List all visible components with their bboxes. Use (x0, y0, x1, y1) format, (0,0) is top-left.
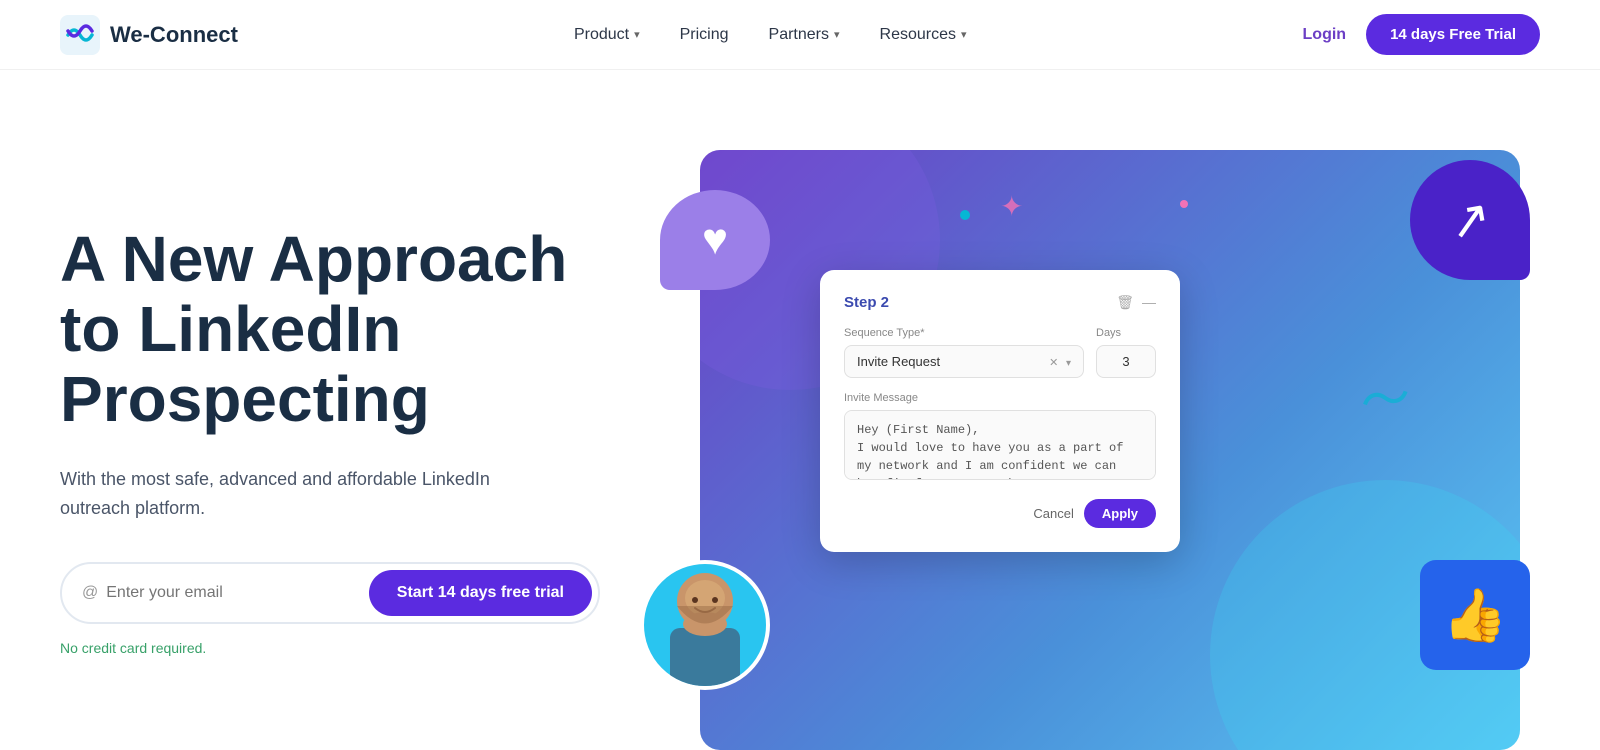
at-symbol: @ (82, 584, 98, 602)
step-card-title: Step 2 (844, 294, 889, 311)
sequence-label: Sequence Type* (844, 327, 1084, 339)
login-link[interactable]: Login (1303, 26, 1347, 44)
sequence-row: Sequence Type* Invite Request ✕ ▾ Days 3 (844, 327, 1156, 378)
days-value: 3 (1096, 345, 1156, 378)
chevron-down-icon: ▾ (1066, 358, 1071, 369)
thumbs-up-bubble: 👍 (1420, 560, 1530, 670)
email-form: @ Start 14 days free trial (60, 562, 600, 624)
sparkle-icon: ✦ (1000, 190, 1023, 223)
cta-button[interactable]: Start 14 days free trial (369, 570, 592, 616)
trend-bubble: ↗ (1410, 160, 1530, 280)
cancel-button[interactable]: Cancel (1033, 506, 1073, 521)
pink-dot (1180, 200, 1188, 208)
nav-resources[interactable]: Resources ▾ (880, 26, 967, 44)
nav-links: Product ▾ Pricing Partners ▾ Resources ▾ (574, 26, 967, 44)
hero-subtitle: With the most safe, advanced and afforda… (60, 465, 540, 523)
step-card: Step 2 🗑 — Sequence Type* Invite Request… (820, 270, 1180, 552)
clear-icon: ✕ (1049, 357, 1058, 369)
person-avatar (645, 560, 765, 686)
hero-title: A New Approach to LinkedIn Prospecting (60, 224, 600, 435)
delete-icon[interactable]: 🗑 (1116, 294, 1134, 311)
hero-left: A New Approach to LinkedIn Prospecting W… (60, 224, 640, 657)
heart-bubble: ♥ (660, 190, 770, 290)
no-card-label: No credit card required. (60, 640, 600, 656)
hero-illustration: ♥ ↗ 👍 (640, 130, 1540, 750)
nav-pricing[interactable]: Pricing (680, 26, 729, 44)
sequence-select[interactable]: Invite Request ✕ ▾ (844, 345, 1084, 378)
nav-product[interactable]: Product ▾ (574, 26, 640, 44)
nav-right: Login 14 days Free Trial (1303, 14, 1540, 55)
chevron-down-icon: ▾ (634, 28, 640, 41)
chevron-down-icon: ▾ (961, 28, 967, 41)
logo[interactable]: We-Connect (60, 15, 238, 55)
apply-button[interactable]: Apply (1084, 499, 1156, 528)
avatar-bubble (640, 560, 770, 690)
hero-section: A New Approach to LinkedIn Prospecting W… (0, 70, 1600, 750)
minimize-icon[interactable]: — (1142, 294, 1156, 311)
navbar: We-Connect Product ▾ Pricing Partners ▾ … (0, 0, 1600, 70)
message-label: Invite Message (844, 392, 1156, 404)
email-input[interactable] (106, 584, 369, 602)
thumbs-up-icon: 👍 (1443, 585, 1508, 646)
message-textarea[interactable] (844, 410, 1156, 480)
days-label: Days (1096, 327, 1156, 339)
teal-dot (960, 210, 970, 220)
trend-up-icon: ↗ (1444, 188, 1495, 252)
logo-text: We-Connect (110, 22, 238, 48)
logo-icon (60, 15, 100, 55)
heart-icon: ♥ (702, 215, 728, 265)
nav-partners[interactable]: Partners ▾ (769, 26, 840, 44)
chevron-down-icon: ▾ (834, 28, 840, 41)
trial-button[interactable]: 14 days Free Trial (1366, 14, 1540, 55)
